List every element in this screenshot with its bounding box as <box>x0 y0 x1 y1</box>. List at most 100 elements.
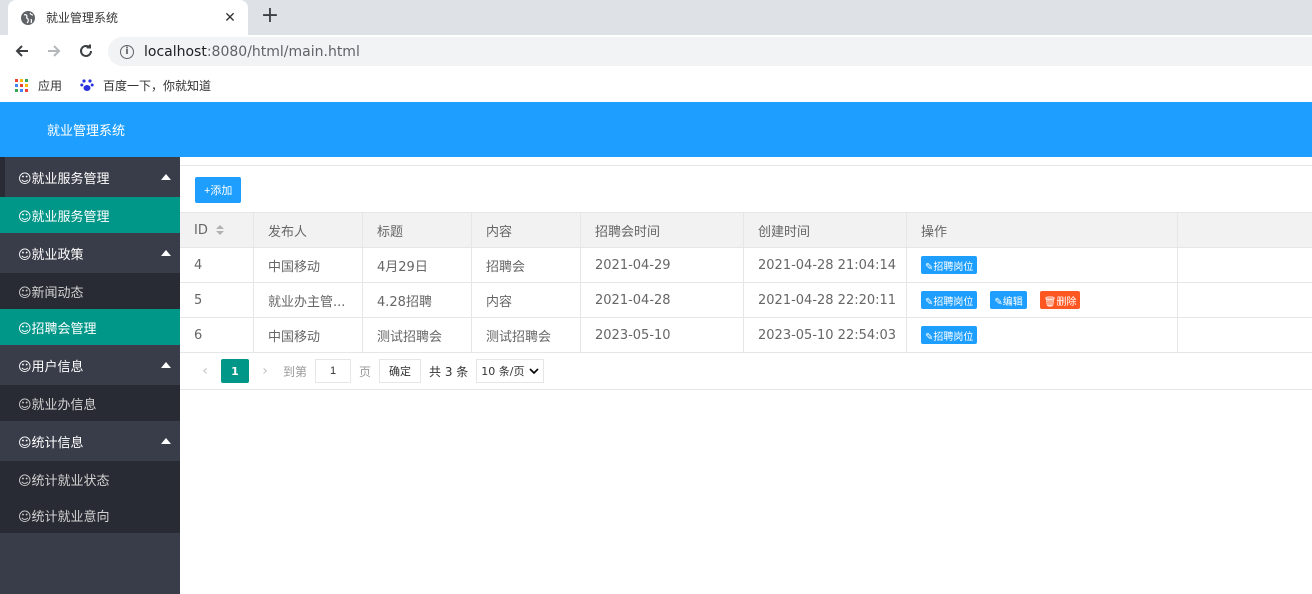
caret-up-icon <box>161 438 171 444</box>
caret-up-icon <box>161 362 171 368</box>
divider <box>180 165 1312 166</box>
column-filler <box>1178 283 1312 317</box>
job-positions-button[interactable]: ✎招聘岗位 <box>921 326 978 344</box>
delete-button[interactable]: 🗑删除 <box>1039 291 1081 309</box>
cell-content: 内容 <box>472 283 581 317</box>
sort-icon[interactable] <box>215 225 224 235</box>
page-current[interactable]: 1 <box>221 359 249 383</box>
main-content: +添加 ID 发布人 标题 内容 招聘会时间 创建时间 操作 4 中国移动 4月… <box>180 157 1312 594</box>
table-row: 6 中国移动 测试招聘会 测试招聘会 2023-05-10 2023-05-10… <box>180 318 1312 353</box>
column-header-created: 创建时间 <box>744 213 907 247</box>
column-filler <box>1178 318 1312 352</box>
nav-group-label: ☺就业服务管理 <box>18 171 110 187</box>
info-icon[interactable]: i <box>120 44 134 59</box>
browser-toolbar: i localhost:8080/html/main.html <box>0 35 1312 68</box>
nav-item-label: ☺统计就业状态 <box>18 473 110 489</box>
job-positions-button[interactable]: ✎招聘岗位 <box>921 256 978 274</box>
close-tab-icon[interactable]: ✕ <box>222 10 238 26</box>
caret-up-icon <box>161 174 171 180</box>
nav-item-label: ☺新闻动态 <box>18 285 84 301</box>
cell-created: 2021-04-28 22:20:11 <box>744 283 907 317</box>
nav-item-employment-intent[interactable]: ☺统计就业意向 <box>0 497 180 533</box>
cell-created: 2021-04-28 21:04:14 <box>744 248 907 282</box>
reload-icon[interactable] <box>74 39 98 63</box>
url-host: localhost <box>144 43 207 60</box>
page-size-value: 10 条/页 <box>481 365 525 378</box>
page-number-input[interactable] <box>315 359 352 383</box>
nav-group-label: ☺统计信息 <box>18 435 84 451</box>
cell-actions: ✎招聘岗位 <box>907 318 1178 352</box>
column-header-title: 标题 <box>363 213 472 247</box>
browser-tab[interactable]: 就业管理系统 ✕ <box>8 0 248 35</box>
address-bar[interactable]: i localhost:8080/html/main.html <box>108 37 1312 66</box>
nav-group-policy[interactable]: ☺就业政策 <box>0 233 180 273</box>
browser-tabstrip: 就业管理系统 ✕ + <box>0 0 1312 35</box>
baidu-paw-icon <box>80 79 94 91</box>
nav-item-news[interactable]: ☺新闻动态 <box>0 273 180 309</box>
forward-icon[interactable] <box>42 39 66 63</box>
cell-actions: ✎招聘岗位 <box>907 248 1178 282</box>
column-filler <box>1178 213 1312 247</box>
prev-page-icon[interactable]: ‹ <box>195 363 215 379</box>
cell-actions: ✎招聘岗位 ✎编辑 🗑删除 <box>907 283 1178 317</box>
url-path: :8080/html/main.html <box>206 43 360 60</box>
nav-item-employment-status[interactable]: ☺统计就业状态 <box>0 461 180 497</box>
table-header: ID 发布人 标题 内容 招聘会时间 创建时间 操作 <box>180 213 1312 248</box>
apps-grid-icon <box>15 78 28 92</box>
cell-content: 招聘会 <box>472 248 581 282</box>
nav-group-statistics[interactable]: ☺统计信息 <box>0 421 180 461</box>
nav-item-label: ☺就业办信息 <box>18 397 97 413</box>
tab-title: 就业管理系统 <box>46 11 119 25</box>
sidebar: ☺就业服务管理 ☺就业服务管理 ☺就业政策 ☺新闻动态 ☺招聘会管理 ☺用户信息… <box>0 157 180 594</box>
nav-item-label: ☺就业服务管理 <box>18 209 110 225</box>
confirm-page-button[interactable]: 确定 <box>379 359 422 383</box>
cell-id: 4 <box>180 248 254 282</box>
nav-item-label: ☺统计就业意向 <box>18 509 110 525</box>
app-header: 就业管理系统 <box>0 102 1312 157</box>
table-row: 5 就业办主管... 4.28招聘 内容 2021-04-28 2021-04-… <box>180 283 1312 318</box>
column-header-fair-time: 招聘会时间 <box>581 213 744 247</box>
bookmark-apps-label: 应用 <box>38 78 63 93</box>
back-icon[interactable] <box>10 39 34 63</box>
job-fair-table: ID 发布人 标题 内容 招聘会时间 创建时间 操作 4 中国移动 4月29日 … <box>180 212 1312 353</box>
cell-fair-time: 2023-05-10 <box>581 318 744 352</box>
cell-publisher: 中国移动 <box>254 318 363 352</box>
cell-content: 测试招聘会 <box>472 318 581 352</box>
new-tab-icon[interactable]: + <box>258 4 282 28</box>
cell-fair-time: 2021-04-28 <box>581 283 744 317</box>
job-positions-button[interactable]: ✎招聘岗位 <box>921 291 978 309</box>
column-header-actions: 操作 <box>907 213 1178 247</box>
bookmark-baidu-label: 百度一下，你就知道 <box>103 78 212 93</box>
next-page-icon[interactable]: › <box>255 363 275 379</box>
cell-title: 4月29日 <box>363 248 472 282</box>
nav-group-employment-service[interactable]: ☺就业服务管理 <box>0 157 180 197</box>
total-count: 共 3 条 <box>429 364 469 379</box>
bookmarks-bar: 应用 百度一下，你就知道 <box>0 68 1312 102</box>
nav-item-employment-service[interactable]: ☺就业服务管理 <box>0 197 180 233</box>
column-header-publisher: 发布人 <box>254 213 363 247</box>
page-unit-label: 页 <box>359 364 372 379</box>
table-row: 4 中国移动 4月29日 招聘会 2021-04-29 2021-04-28 2… <box>180 248 1312 283</box>
column-filler <box>1178 248 1312 282</box>
nav-item-job-fair[interactable]: ☺招聘会管理 <box>0 309 180 345</box>
bookmark-apps[interactable]: 应用 <box>15 77 62 94</box>
cell-title: 4.28招聘 <box>363 283 472 317</box>
nav-group-label: ☺用户信息 <box>18 359 84 375</box>
bookmark-baidu[interactable]: 百度一下，你就知道 <box>80 77 211 94</box>
caret-up-icon <box>161 250 171 256</box>
cell-id: 5 <box>180 283 254 317</box>
cell-fair-time: 2021-04-29 <box>581 248 744 282</box>
column-header-id[interactable]: ID <box>180 213 254 247</box>
cell-publisher: 就业办主管... <box>254 283 363 317</box>
add-button[interactable]: +添加 <box>195 177 242 203</box>
edit-button[interactable]: ✎编辑 <box>990 291 1027 309</box>
nav-group-user-info[interactable]: ☺用户信息 <box>0 345 180 385</box>
cell-title: 测试招聘会 <box>363 318 472 352</box>
app-title: 就业管理系统 <box>47 124 126 139</box>
pagination: ‹ 1 › 到第 页 确定 共 3 条 10 条/页 <box>180 353 1312 390</box>
nav-item-office-info[interactable]: ☺就业办信息 <box>0 385 180 421</box>
page-size-select[interactable]: 10 条/页 <box>476 359 544 383</box>
chevron-down-icon <box>528 368 539 375</box>
nav-item-label: ☺招聘会管理 <box>18 321 97 337</box>
globe-icon <box>21 10 35 25</box>
